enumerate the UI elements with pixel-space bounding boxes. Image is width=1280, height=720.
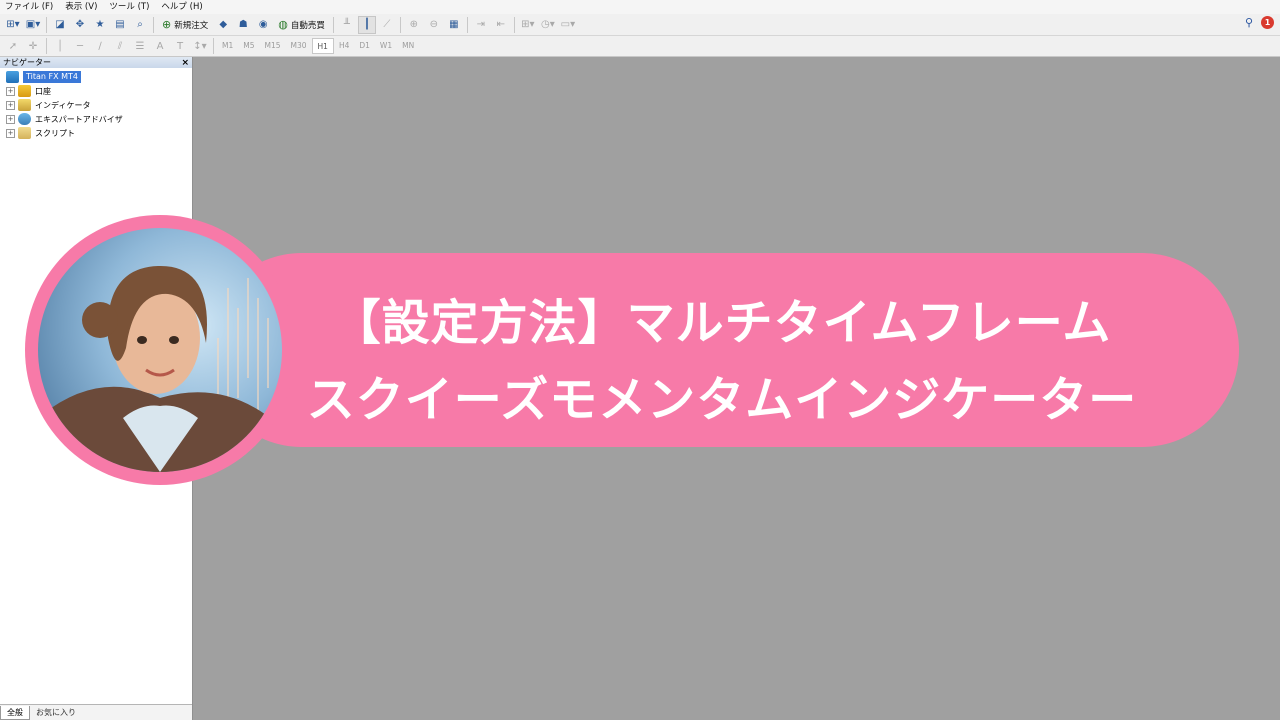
expand-icon[interactable]: + <box>6 114 15 124</box>
text-icon[interactable]: A <box>151 37 169 55</box>
new-order-label: 新規注文 <box>174 20 209 31</box>
avatar-frame <box>25 215 295 485</box>
tree-item-scripts[interactable]: + スクリプト <box>6 126 192 140</box>
autoscroll-icon[interactable]: ⇥ <box>472 16 490 34</box>
notification-badge[interactable]: 1 <box>1261 16 1274 29</box>
tile-windows-icon[interactable]: ▦ <box>445 16 463 34</box>
tab-common[interactable]: 全般 <box>0 705 30 720</box>
auto-trading-icon: ◍ <box>278 18 288 31</box>
fibonacci-icon[interactable]: ☰ <box>131 37 149 55</box>
toolbar-right: ⚲ 1 <box>1245 16 1274 29</box>
toolbar-separator <box>466 16 468 33</box>
tree-item-label: インディケータ <box>35 100 91 110</box>
title-banner: 【設定方法】マルチタイムフレーム スクイーズモメンタムインジケーター <box>205 253 1239 447</box>
tree-item-label: スクリプト <box>35 128 75 138</box>
expert-advisor-icon <box>18 113 31 125</box>
channel-icon[interactable]: ⫽ <box>111 37 129 55</box>
timeframe-m1[interactable]: M1 <box>217 38 238 54</box>
navigator-icon[interactable]: ★ <box>91 16 109 34</box>
line-chart-icon[interactable]: ⟋ <box>378 16 396 34</box>
tree-item-accounts[interactable]: + 口座 <box>6 84 192 98</box>
tree-item-expert-advisors[interactable]: + エキスパートアドバイザ <box>6 112 192 126</box>
auto-trading-label: 自動売買 <box>290 20 325 31</box>
chart-shift-icon[interactable]: ⇤ <box>492 16 510 34</box>
tree-item-label: エキスパートアドバイザ <box>35 114 123 124</box>
text-label-icon[interactable]: T <box>171 37 189 55</box>
indicators-icon[interactable]: ⊞▾ <box>519 16 537 34</box>
toolbar-separator <box>46 16 47 33</box>
zoom-in-icon[interactable]: ⊕ <box>405 16 423 34</box>
cursor-icon[interactable]: ➚ <box>4 37 22 55</box>
tree-root-label: Titan FX MT4 <box>23 71 82 83</box>
new-chart-icon[interactable]: ⊞▾ <box>4 16 22 34</box>
drawing-toolbar: ➚ ✛ │ ─ ∕ ⫽ ☰ A T ↕▾ M1 M5 M15 M30 H1 H4… <box>0 36 1280 57</box>
market-watch-icon[interactable]: ◪ <box>51 16 69 34</box>
profiles-icon[interactable]: ▣▾ <box>24 16 42 34</box>
trendline-icon[interactable]: ∕ <box>91 37 109 55</box>
timeframe-mn[interactable]: MN <box>397 38 419 54</box>
standard-toolbar: ⊞▾ ▣▾ ◪ ✥ ★ ▤ ⌕ ⊕ 新規注文 ◆ ☗ ◉ ◍ 自動売買 ╨ ┃ … <box>0 14 1280 36</box>
tester-icon[interactable]: ⌕ <box>131 16 149 34</box>
navigator-tree: Titan FX MT4 + 口座 + インディケータ + エキスパートアドバイ… <box>0 68 192 140</box>
terminal-icon[interactable]: ▤ <box>111 16 129 34</box>
metaeditor-icon[interactable]: ◆ <box>214 16 232 34</box>
templates-icon[interactable]: ▭▾ <box>559 16 577 34</box>
tree-root[interactable]: Titan FX MT4 <box>6 70 192 84</box>
horizontal-line-icon[interactable]: ─ <box>71 37 89 55</box>
toolbar-separator <box>153 16 154 33</box>
avatar <box>38 228 282 472</box>
timeframe-w1[interactable]: W1 <box>375 38 397 54</box>
toolbar-separator <box>513 16 515 33</box>
tab-favorites[interactable]: お気に入り <box>30 706 82 720</box>
indicators-icon <box>18 99 31 111</box>
banner-title-line1: 【設定方法】マルチタイムフレーム <box>332 295 1112 351</box>
arrows-icon[interactable]: ↕▾ <box>191 37 209 55</box>
navigator-title: ナビゲーター <box>3 58 51 67</box>
banner-title-line2: スクイーズモメンタムインジケーター <box>306 372 1138 428</box>
timeframe-h4[interactable]: H4 <box>334 38 354 54</box>
menu-view[interactable]: 表示 (V) <box>60 0 104 14</box>
menu-bar: ファイル (F) 表示 (V) ツール (T) ヘルプ (H) <box>0 0 1280 14</box>
toolbar-separator <box>46 38 47 54</box>
zoom-out-icon[interactable]: ⊖ <box>425 16 443 34</box>
timeframe-m15[interactable]: M15 <box>260 38 286 54</box>
toolbar-separator <box>399 16 401 33</box>
close-icon[interactable]: × <box>181 58 189 68</box>
timeframe-m5[interactable]: M5 <box>238 38 259 54</box>
auto-trading-button[interactable]: ◍ 自動売買 <box>274 16 329 34</box>
timeframe-h1[interactable]: H1 <box>311 38 334 54</box>
expand-icon[interactable]: + <box>6 128 15 138</box>
menu-file[interactable]: ファイル (F) <box>0 0 60 14</box>
terminal-root-icon <box>6 71 19 83</box>
expand-icon[interactable]: + <box>6 86 15 96</box>
timeframe-d1[interactable]: D1 <box>354 38 375 54</box>
vertical-line-icon[interactable]: │ <box>51 37 69 55</box>
accounts-icon <box>18 85 31 97</box>
toolbar-separator <box>332 16 334 33</box>
candlestick-chart-icon[interactable]: ┃ <box>357 15 376 34</box>
new-order-button[interactable]: ⊕ 新規注文 <box>158 16 212 34</box>
toolbar-separator <box>213 38 214 54</box>
avatar-illustration <box>38 265 282 472</box>
community-icon[interactable]: ☗ <box>234 16 252 34</box>
search-icon[interactable]: ⚲ <box>1245 16 1253 29</box>
menu-help[interactable]: ヘルプ (H) <box>156 0 209 14</box>
timeframe-m30[interactable]: M30 <box>286 38 312 54</box>
tree-item-label: 口座 <box>35 86 51 96</box>
navigator-header: ナビゲーター × <box>0 57 192 68</box>
expand-icon[interactable]: + <box>6 100 15 110</box>
bar-chart-icon[interactable]: ╨ <box>338 16 356 34</box>
scripts-icon <box>18 127 31 139</box>
tree-item-indicators[interactable]: + インディケータ <box>6 98 192 112</box>
signals-icon[interactable]: ◉ <box>254 16 272 34</box>
navigator-tabs: 全般 お気に入り <box>0 704 192 720</box>
crosshair-icon[interactable]: ✛ <box>24 37 42 55</box>
data-window-icon[interactable]: ✥ <box>71 16 89 34</box>
periods-icon[interactable]: ◷▾ <box>539 16 557 34</box>
new-order-icon: ⊕ <box>162 18 172 31</box>
menu-tools[interactable]: ツール (T) <box>104 0 156 14</box>
